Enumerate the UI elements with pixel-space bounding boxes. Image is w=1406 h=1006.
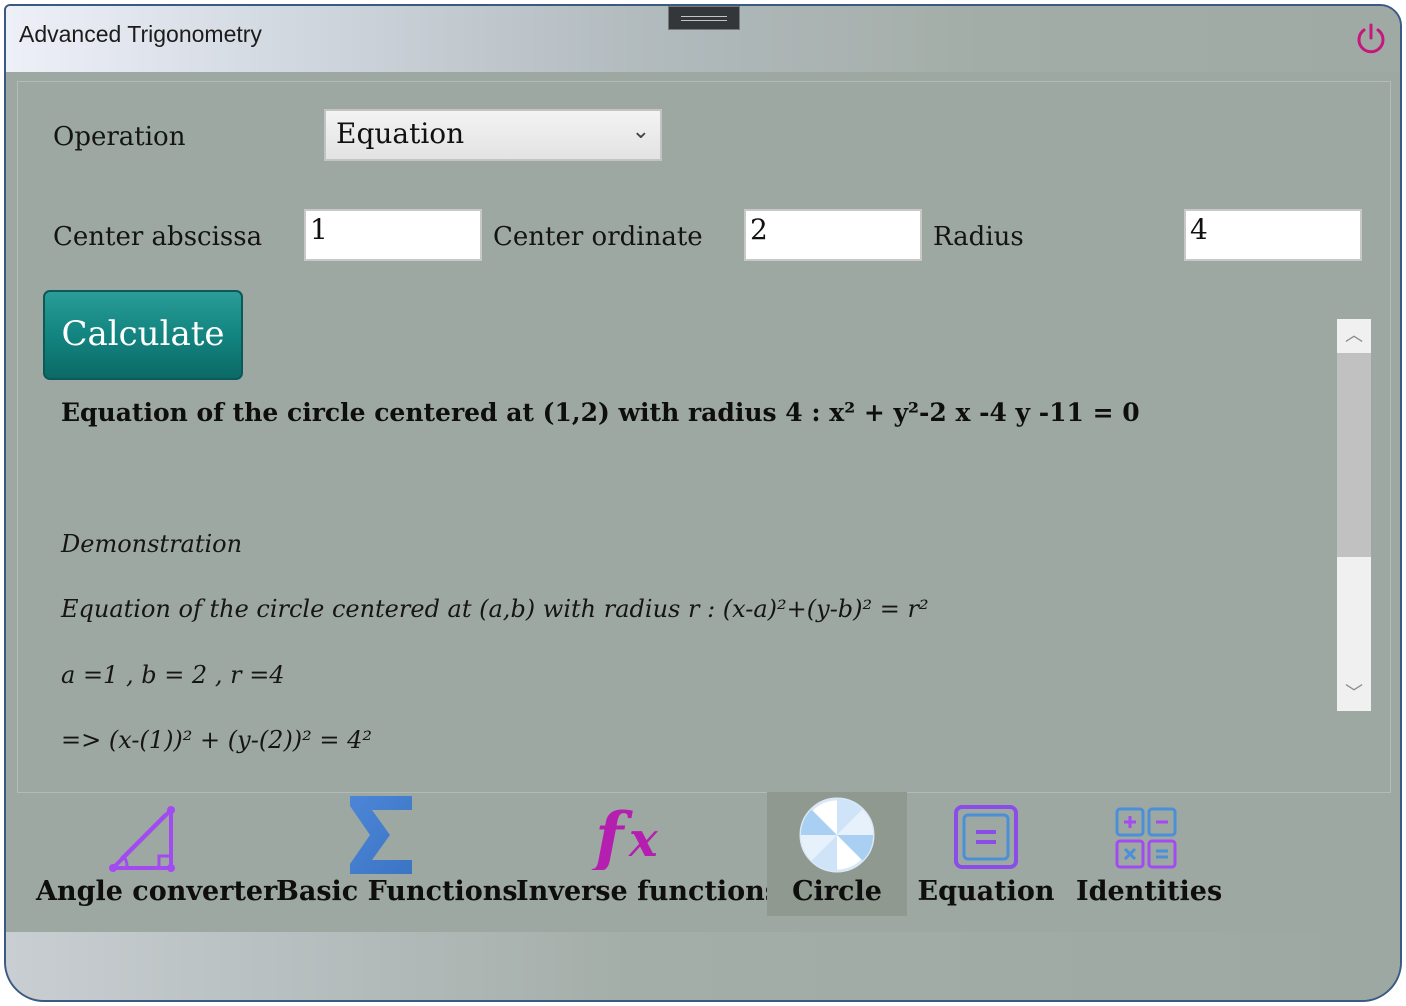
app-window: Advanced Trigonometry Operation Equation… [4, 4, 1402, 1002]
operation-label: Operation [53, 122, 186, 152]
nav-angle-converter[interactable]: Angle converter [36, 792, 278, 916]
operation-selected-value: Equation [336, 117, 465, 150]
title-bar: Advanced Trigonometry [6, 6, 1400, 72]
parameter-values: a =1 , b = 2 , r =4 [61, 661, 285, 689]
general-formula: Equation of the circle centered at (a,b)… [61, 595, 929, 623]
center-abscissa-input[interactable]: 1 [304, 209, 482, 261]
sigma-icon [350, 796, 412, 874]
nav-label-inverse-functions: Inverse functions [516, 876, 781, 907]
result-area: Equation of the circle centered at (1,2)… [18, 392, 1348, 784]
operation-select[interactable]: Equation ⌄ [324, 109, 662, 161]
calculate-button[interactable]: Calculate [43, 290, 243, 380]
scroll-thumb[interactable] [1337, 353, 1371, 557]
main-panel: Operation Equation ⌄ Center abscissa 1 C… [17, 81, 1391, 793]
bottom-strip [6, 932, 1400, 1000]
fx-icon: f x [591, 800, 659, 870]
nav-inverse-functions[interactable]: f x Inverse functions [516, 792, 781, 916]
svg-text:x: x [628, 812, 659, 868]
nav-circle[interactable]: Circle [767, 792, 907, 916]
nav-identities[interactable]: Identities [1076, 792, 1223, 916]
drag-handle[interactable] [668, 6, 740, 30]
power-icon[interactable] [1354, 22, 1388, 56]
center-abscissa-label: Center abscissa [53, 222, 263, 252]
nav-label-basic-functions: Basic Functions [276, 876, 518, 907]
demonstration-heading: Demonstration [61, 530, 243, 558]
nav-basic-functions[interactable]: Basic Functions [276, 792, 518, 916]
chevron-down-icon: ⌄ [631, 119, 650, 144]
window-title: Advanced Trigonometry [19, 21, 262, 47]
bottom-nav: Angle converter Basic Functions f x Inve… [6, 792, 1400, 932]
circle-icon [799, 797, 875, 873]
nav-label-identities: Identities [1076, 876, 1223, 907]
nav-label-angle-converter: Angle converter [36, 876, 278, 907]
center-ordinate-input[interactable]: 2 [744, 209, 922, 261]
angle-icon [109, 806, 175, 872]
scroll-up-icon[interactable]: ︿ [1337, 319, 1371, 353]
center-ordinate-label: Center ordinate [493, 222, 703, 252]
nav-label-circle: Circle [792, 876, 882, 907]
result-equation: Equation of the circle centered at (1,2)… [61, 398, 1140, 427]
svg-text:f: f [591, 800, 633, 870]
calculator-icon [1115, 807, 1177, 869]
equation-icon [954, 805, 1018, 869]
scroll-down-icon[interactable]: ﹀ [1337, 677, 1371, 711]
nav-label-equation: Equation [917, 876, 1055, 907]
nav-equation[interactable]: Equation [916, 792, 1056, 916]
result-scrollbar[interactable]: ︿ ﹀ [1337, 319, 1371, 711]
substitution-step: => (x-(1))² + (y-(2))² = 4² [61, 726, 373, 754]
radius-label: Radius [933, 222, 1024, 252]
radius-input[interactable]: 4 [1184, 209, 1362, 261]
